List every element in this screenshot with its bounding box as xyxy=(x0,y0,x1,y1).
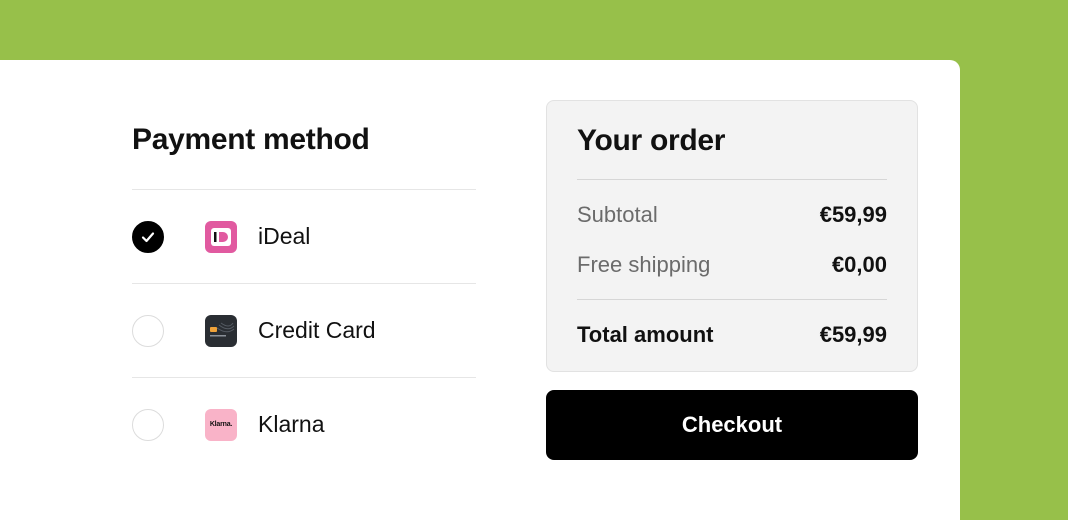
shipping-row: Free shipping €0,00 xyxy=(577,251,887,279)
payment-option-label: Credit Card xyxy=(258,317,376,343)
radio-credit-card[interactable] xyxy=(132,314,164,347)
radio-klarna[interactable] xyxy=(132,408,164,441)
payment-method-list: iDeal Credit Card Klarna. Klarna xyxy=(132,189,476,471)
subtotal-label: Subtotal xyxy=(577,202,658,227)
payment-option-label: Klarna xyxy=(258,411,325,437)
payment-option-label: iDeal xyxy=(258,223,311,249)
total-label: Total amount xyxy=(577,322,714,347)
klarna-logo-icon: Klarna. xyxy=(205,408,237,441)
shipping-value: €0,00 xyxy=(831,252,887,277)
checkout-button[interactable]: Checkout xyxy=(546,390,918,460)
order-divider xyxy=(577,299,887,300)
shipping-label: Free shipping xyxy=(577,252,711,277)
payment-method-title: Payment method xyxy=(132,123,370,156)
subtotal-row: Subtotal €59,99 xyxy=(577,201,887,229)
payment-option-klarna[interactable]: Klarna. Klarna xyxy=(132,377,476,471)
ideal-logo-icon xyxy=(205,220,237,253)
subtotal-value: €59,99 xyxy=(819,202,887,227)
radio-ideal[interactable] xyxy=(132,220,164,253)
payment-option-credit-card[interactable]: Credit Card xyxy=(132,283,476,377)
check-icon xyxy=(141,231,155,242)
order-title: Your order xyxy=(577,124,726,157)
total-value: €59,99 xyxy=(819,322,887,347)
payment-option-ideal[interactable]: iDeal xyxy=(132,189,476,283)
order-summary: Your order Subtotal €59,99 Free shipping… xyxy=(546,100,918,372)
total-row: Total amount €59,99 xyxy=(577,321,887,349)
credit-card-icon xyxy=(205,314,237,347)
order-divider xyxy=(577,179,887,180)
